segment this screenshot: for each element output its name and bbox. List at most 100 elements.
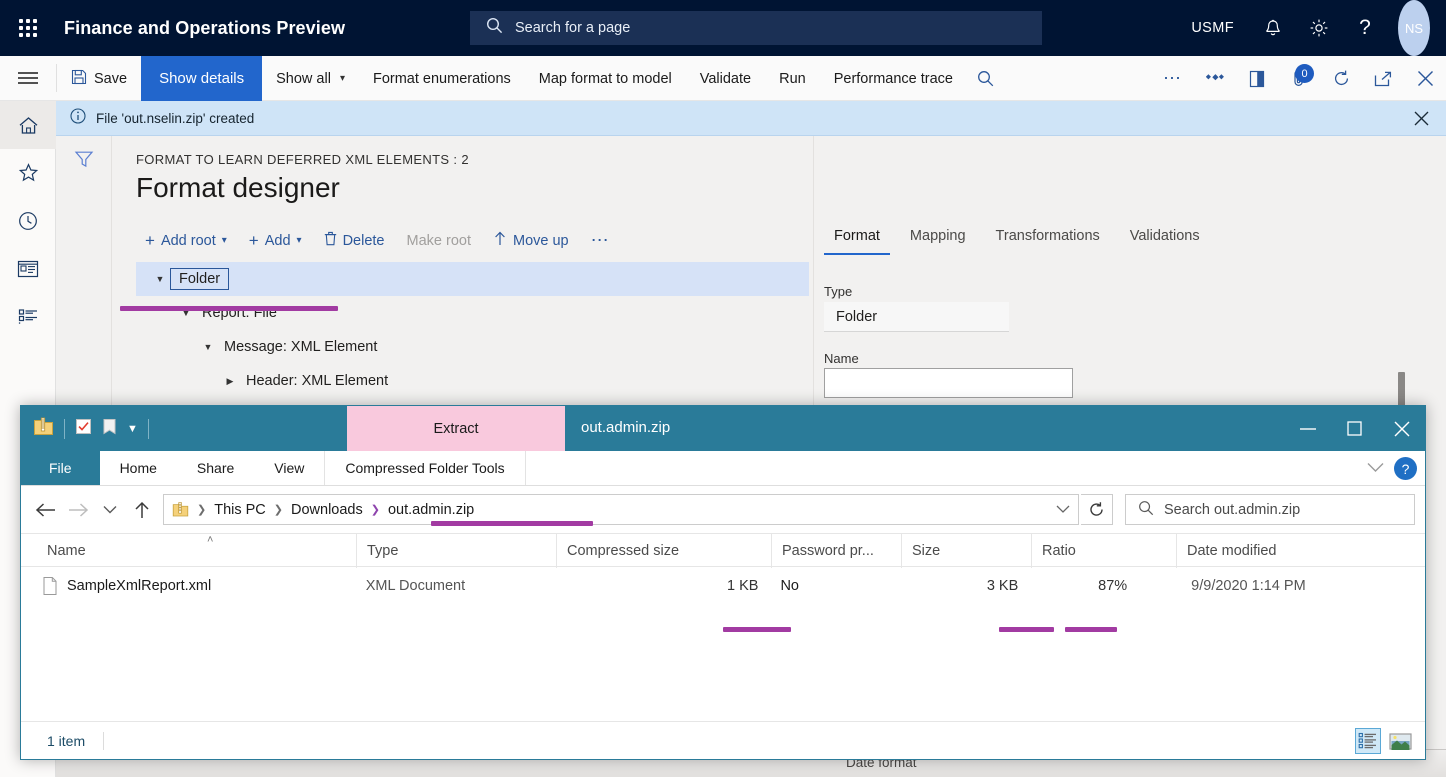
cell-name[interactable]: SampleXmlReport.xml bbox=[21, 567, 356, 605]
twisty-collapsed-icon[interactable]: ▶ bbox=[220, 376, 240, 387]
minimize-icon[interactable] bbox=[1284, 406, 1331, 451]
show-all-button[interactable]: Show all ▾ bbox=[262, 56, 359, 101]
details-view-icon[interactable] bbox=[1355, 728, 1381, 754]
page-search-input[interactable]: Search for a page bbox=[470, 11, 1042, 45]
tab-format[interactable]: Format bbox=[824, 224, 890, 255]
window-title-bar[interactable]: ▼ Extract out.admin.zip bbox=[21, 406, 1425, 451]
attachments-button[interactable]: 0 bbox=[1278, 56, 1320, 101]
tree-node-header[interactable]: ▶ Header: XML Element bbox=[136, 364, 809, 398]
up-arrow-icon[interactable] bbox=[127, 495, 157, 525]
column-header-size[interactable]: Size bbox=[901, 534, 1031, 568]
help-icon[interactable]: ? bbox=[1394, 457, 1417, 480]
app-launcher-icon[interactable] bbox=[0, 0, 56, 56]
close-icon[interactable] bbox=[1378, 406, 1425, 451]
rail-item-recent[interactable] bbox=[0, 197, 56, 245]
hamburger-menu-icon[interactable] bbox=[0, 56, 56, 100]
recent-locations-icon[interactable] bbox=[95, 495, 125, 525]
ribbon-tab-share[interactable]: Share bbox=[177, 451, 254, 485]
ribbon-tab-view[interactable]: View bbox=[254, 451, 324, 485]
command-search-icon[interactable] bbox=[967, 56, 1004, 101]
chevron-down-icon[interactable]: ▼ bbox=[127, 423, 138, 435]
tree-node-folder[interactable]: ▼ Folder bbox=[136, 262, 809, 296]
name-field-label: Name bbox=[824, 351, 859, 366]
twisty-expanded-icon[interactable]: ▼ bbox=[150, 274, 170, 284]
column-header-date-modified[interactable]: Date modified bbox=[1176, 534, 1376, 568]
save-button[interactable]: Save bbox=[57, 56, 141, 101]
column-header-type[interactable]: Type bbox=[356, 534, 556, 568]
tree-node-report[interactable]: ▼ Report: File bbox=[136, 296, 809, 330]
window-title-text: out.admin.zip bbox=[581, 419, 671, 436]
settings-icon[interactable] bbox=[1296, 0, 1342, 56]
close-page-icon[interactable] bbox=[1404, 56, 1446, 101]
tree-node-label[interactable]: Folder bbox=[170, 268, 230, 290]
help-icon[interactable]: ? bbox=[1342, 0, 1388, 56]
designer-overflow-button[interactable]: ⋯ bbox=[582, 226, 620, 255]
ribbon-tab-home[interactable]: Home bbox=[100, 451, 177, 485]
name-field-input[interactable] bbox=[824, 368, 1073, 398]
tree-node-message[interactable]: ▼ Message: XML Element bbox=[136, 330, 809, 364]
refresh-icon[interactable] bbox=[1320, 56, 1362, 101]
column-header-password-protected[interactable]: Password pr... bbox=[771, 534, 901, 568]
performance-trace-button[interactable]: Performance trace bbox=[820, 56, 967, 101]
back-arrow-icon[interactable] bbox=[31, 495, 61, 525]
quick-access-toolbar: ▼ bbox=[21, 416, 149, 442]
address-bar[interactable]: ❯ This PC ❯ Downloads ❯ out.admin.zip bbox=[163, 494, 1079, 525]
ribbon-tab-compressed-folder-tools[interactable]: Compressed Folder Tools bbox=[324, 451, 526, 485]
refresh-icon[interactable] bbox=[1081, 494, 1113, 525]
column-header-name[interactable]: Name bbox=[21, 534, 356, 568]
maximize-icon[interactable] bbox=[1331, 406, 1378, 451]
breadcrumb-separator-icon[interactable]: ❯ bbox=[371, 503, 380, 516]
chevron-down-icon[interactable] bbox=[1056, 501, 1070, 519]
command-overflow-button[interactable]: ⋯ bbox=[1152, 56, 1194, 101]
file-list-row[interactable]: SampleXmlReport.xml XML Document 1 KB No… bbox=[21, 567, 1425, 605]
run-button[interactable]: Run bbox=[765, 56, 820, 101]
annotation-ratio-underline bbox=[1065, 627, 1117, 632]
show-details-button[interactable]: Show details bbox=[141, 56, 263, 101]
chevron-down-icon[interactable] bbox=[1367, 460, 1384, 478]
filter-icon[interactable] bbox=[56, 150, 112, 169]
explorer-search-input[interactable]: Search out.admin.zip bbox=[1125, 494, 1415, 525]
zip-folder-icon bbox=[172, 501, 189, 518]
company-selector[interactable]: USMF bbox=[1175, 0, 1250, 56]
breadcrumb-downloads[interactable]: Downloads bbox=[291, 502, 363, 518]
page-options-icon[interactable] bbox=[1236, 56, 1278, 101]
large-icons-view-icon[interactable] bbox=[1387, 728, 1413, 754]
open-in-new-window-icon[interactable] bbox=[1362, 56, 1404, 101]
ribbon-tab-file[interactable]: File bbox=[21, 451, 100, 485]
tab-transformations[interactable]: Transformations bbox=[986, 224, 1110, 255]
validate-button[interactable]: Validate bbox=[686, 56, 765, 101]
twisty-expanded-icon[interactable]: ▼ bbox=[198, 342, 218, 352]
attachments-badge: 0 bbox=[1295, 64, 1314, 83]
delete-button[interactable]: Delete bbox=[315, 227, 394, 254]
avatar[interactable]: NS bbox=[1398, 0, 1430, 56]
breadcrumb-separator-icon[interactable]: ❯ bbox=[197, 503, 206, 516]
rail-item-home[interactable] bbox=[0, 101, 56, 149]
move-up-button[interactable]: Move up bbox=[484, 227, 578, 254]
notification-close-icon[interactable] bbox=[1413, 110, 1430, 132]
status-item-count: 1 item bbox=[47, 732, 86, 749]
rail-item-workspaces[interactable] bbox=[0, 245, 56, 293]
properties-icon[interactable] bbox=[75, 418, 92, 440]
annotation-folder-underline bbox=[120, 306, 338, 311]
breadcrumb-this-pc[interactable]: This PC bbox=[214, 502, 266, 518]
app-top-bar: Finance and Operations Preview Search fo… bbox=[0, 0, 1446, 56]
show-all-label: Show all bbox=[276, 70, 331, 87]
tab-mapping[interactable]: Mapping bbox=[900, 224, 976, 255]
format-enumerations-button[interactable]: Format enumerations bbox=[359, 56, 525, 101]
notifications-icon[interactable] bbox=[1250, 0, 1296, 56]
cell-name-text: SampleXmlReport.xml bbox=[67, 578, 212, 594]
rail-item-modules[interactable] bbox=[0, 293, 56, 341]
contextual-tab-extract[interactable]: Extract bbox=[347, 406, 565, 451]
rail-item-favorites[interactable] bbox=[0, 149, 56, 197]
add-button[interactable]: + Add ▾ bbox=[240, 228, 311, 253]
column-header-ratio[interactable]: Ratio bbox=[1031, 534, 1176, 568]
tab-validations[interactable]: Validations bbox=[1120, 224, 1210, 255]
share-icon[interactable] bbox=[1194, 56, 1236, 101]
breadcrumb-separator-icon[interactable]: ❯ bbox=[274, 503, 283, 516]
search-icon bbox=[1138, 500, 1154, 520]
breadcrumb-current-zip[interactable]: out.admin.zip bbox=[388, 502, 474, 518]
new-folder-icon[interactable] bbox=[102, 418, 117, 440]
map-format-to-model-button[interactable]: Map format to model bbox=[525, 56, 686, 101]
column-header-compressed-size[interactable]: Compressed size bbox=[556, 534, 771, 568]
add-root-button[interactable]: + Add root ▾ bbox=[136, 228, 236, 253]
